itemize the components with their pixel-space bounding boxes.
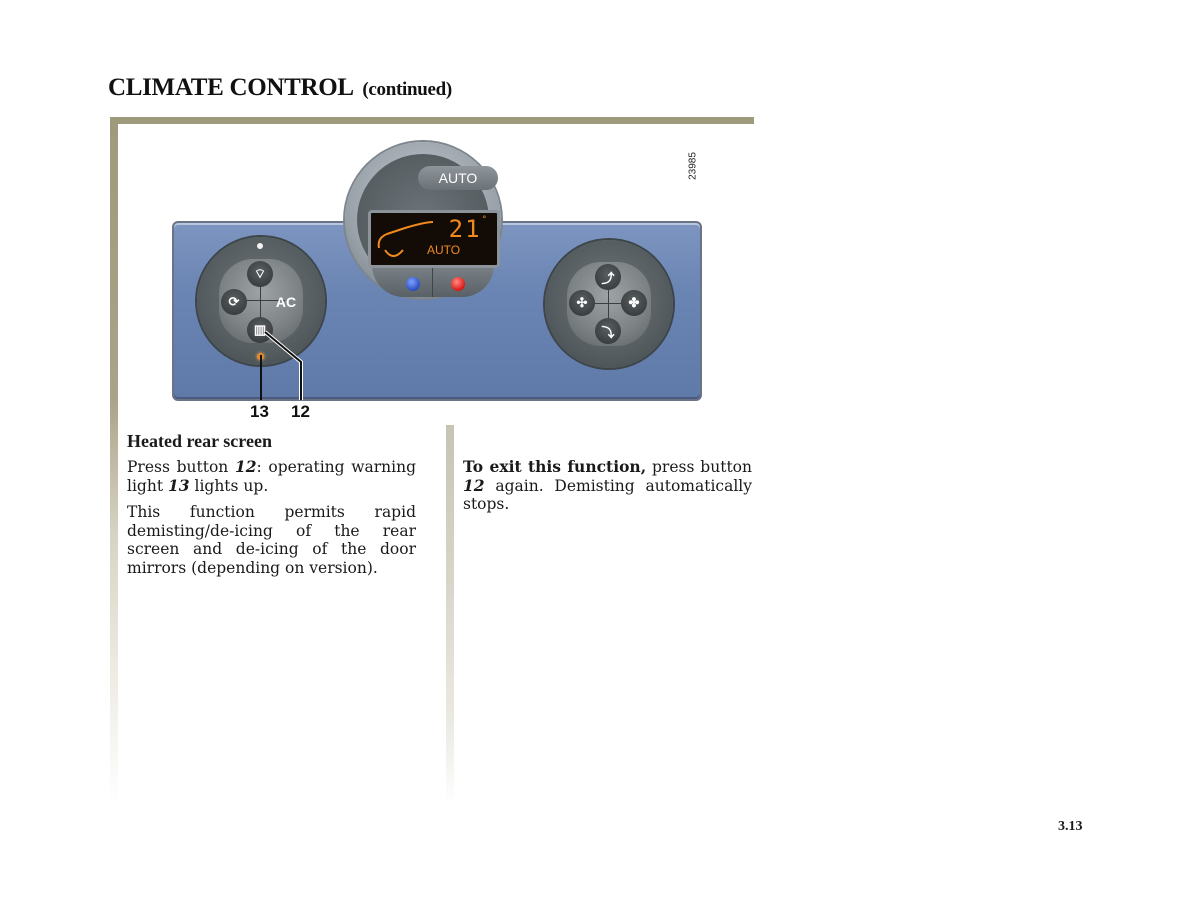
callout-12: 12 bbox=[291, 402, 310, 421]
text: lights up. bbox=[189, 476, 269, 495]
section-heading: Heated rear screen bbox=[127, 431, 272, 451]
text: Press button bbox=[127, 458, 235, 476]
paragraph-exit-function: To exit this function, press button 12 a… bbox=[463, 457, 752, 514]
emphasis: To exit this function, bbox=[463, 457, 647, 476]
ref-13: 13 bbox=[167, 475, 190, 495]
callout-13: 13 bbox=[250, 402, 269, 421]
ref-12: 12 bbox=[234, 457, 257, 476]
paragraph-function-description: This function permits rapid demisting/de… bbox=[127, 503, 416, 577]
paragraph-press-button: Press button 12: operating warning light… bbox=[127, 457, 416, 495]
ref-12: 12 bbox=[463, 475, 485, 495]
page-number: 3.13 bbox=[1058, 819, 1083, 834]
text: again. Demisting automatically stops. bbox=[463, 476, 752, 514]
text: press button bbox=[646, 458, 752, 476]
